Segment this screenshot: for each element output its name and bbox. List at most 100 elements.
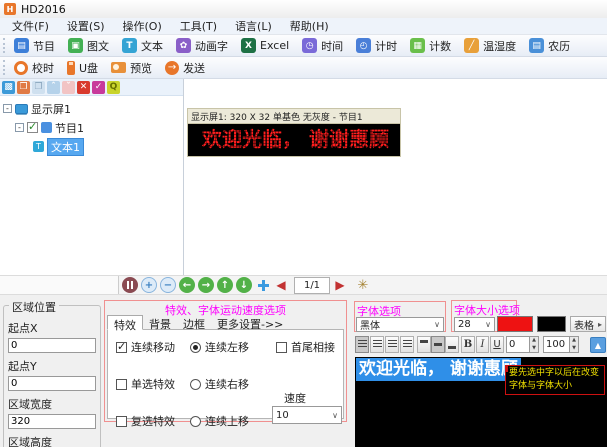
- continuous-move-checkbox[interactable]: 连续移动: [116, 339, 175, 355]
- italic-button[interactable]: I: [476, 336, 489, 353]
- preview-button[interactable]: 预览: [107, 58, 161, 78]
- align-center-button[interactable]: [370, 336, 384, 353]
- menu-file[interactable]: 文件(F): [3, 16, 58, 36]
- align-left-button[interactable]: [355, 336, 369, 353]
- move-right-button[interactable]: →: [198, 277, 214, 293]
- tree-node-text[interactable]: T 文本1: [33, 139, 84, 154]
- animated-text-icon: ✿: [176, 38, 191, 53]
- add-screen-icon[interactable]: ▩: [2, 81, 15, 94]
- pan-button[interactable]: [255, 277, 271, 293]
- usb-button[interactable]: U盘: [63, 58, 107, 78]
- move-down-button[interactable]: ↓: [236, 277, 252, 293]
- region-position-panel: 区域位置 起点X 起点Y 区域宽度 区域高度: [3, 305, 101, 447]
- left-scroll-label: 连续左移: [205, 339, 249, 355]
- toolbar-grip: [3, 38, 6, 53]
- tab-more-settings[interactable]: 更多设置->>: [211, 315, 289, 330]
- counter-grid-icon: ▦: [410, 38, 425, 53]
- usb-drive-icon: [67, 61, 75, 75]
- tab-border[interactable]: 边框: [177, 315, 211, 330]
- move-up-button[interactable]: ↑: [217, 277, 233, 293]
- led-preview-header: 显示屏1: 320 X 32 单基色 无灰度 - 节目1: [187, 108, 401, 124]
- spinner-arrows-icon[interactable]: ▲▼: [529, 337, 538, 352]
- valign-top-button[interactable]: [417, 336, 431, 353]
- start-x-input[interactable]: [8, 338, 96, 353]
- radio-icon: [190, 342, 201, 353]
- single-effect-checkbox[interactable]: 单选特效: [116, 376, 175, 392]
- region-width-input[interactable]: [8, 414, 96, 429]
- menu-tools[interactable]: 工具(T): [171, 16, 226, 36]
- counter-button[interactable]: ▦ 计数: [406, 36, 460, 56]
- animated-text-button[interactable]: ✿ 动画字: [172, 36, 237, 56]
- pause-button[interactable]: [122, 277, 138, 293]
- lunar-calendar-label: 农历: [548, 38, 570, 54]
- start-y-input[interactable]: [8, 376, 96, 391]
- menu-help[interactable]: 帮助(H): [281, 16, 338, 36]
- graphic-text-button[interactable]: ▣ 图文: [64, 36, 118, 56]
- tree-node-program[interactable]: - 节目1: [15, 120, 84, 135]
- up-scroll-radio[interactable]: 连续上移: [190, 413, 249, 429]
- collapse-icon[interactable]: -: [3, 104, 12, 113]
- move-left-button[interactable]: ←: [179, 277, 195, 293]
- copy-icon[interactable]: ❐: [32, 81, 45, 94]
- tree-toolbar: ▩ ❐ ❐ ˆ ˇ ✕ ✓ Q: [0, 79, 183, 96]
- tab-background[interactable]: 背景: [143, 315, 177, 330]
- text-button[interactable]: T 文本: [118, 36, 172, 56]
- chevron-down-icon: ∨: [485, 320, 491, 329]
- time-sync-button[interactable]: 校时: [10, 58, 63, 78]
- settings-flower-icon[interactable]: ✳: [355, 277, 371, 293]
- tree-node-screen[interactable]: - 显示屏1: [3, 101, 71, 116]
- menu-language[interactable]: 语言(L): [226, 16, 281, 36]
- excel-button[interactable]: X Excel: [237, 36, 298, 55]
- move-down-icon[interactable]: ˇ: [62, 81, 75, 94]
- speed-select[interactable]: 10 ∨: [272, 406, 342, 424]
- align-justify-button[interactable]: [400, 336, 414, 353]
- temp-humidity-button[interactable]: ╱ 温湿度: [460, 36, 525, 56]
- stopwatch-icon: ◴: [356, 38, 371, 53]
- up-scroll-label: 连续上移: [205, 413, 249, 429]
- valign-bottom-button[interactable]: [445, 336, 459, 353]
- prev-page-button[interactable]: ◀: [274, 277, 288, 293]
- head-tail-label: 首尾相接: [291, 339, 335, 355]
- time-button[interactable]: ◷ 时间: [298, 36, 352, 56]
- text-color-swatch[interactable]: [497, 316, 533, 332]
- program-label: 节目: [33, 38, 55, 54]
- single-effect-label: 单选特效: [131, 376, 175, 392]
- program-checkbox[interactable]: [27, 122, 38, 133]
- delete-icon[interactable]: ✕: [77, 81, 90, 94]
- right-scroll-radio[interactable]: 连续右移: [190, 376, 249, 392]
- collapse-icon[interactable]: -: [15, 123, 24, 132]
- font-size-select[interactable]: 28 ∨: [454, 317, 495, 332]
- search-icon[interactable]: Q: [107, 81, 120, 94]
- zoom-in-button[interactable]: +: [141, 277, 157, 293]
- send-button[interactable]: → 发送: [161, 58, 214, 78]
- head-tail-checkbox[interactable]: 首尾相接: [276, 339, 335, 355]
- move-up-icon[interactable]: ˆ: [47, 81, 60, 94]
- font-family-select[interactable]: 黑体 ∨: [356, 317, 444, 332]
- align-right-button[interactable]: [385, 336, 399, 353]
- menu-settings[interactable]: 设置(S): [58, 16, 114, 36]
- selected-editor-text[interactable]: 欢迎光临， 谢谢惠顾: [356, 358, 521, 381]
- continuous-move-label: 连续移动: [131, 339, 175, 355]
- multi-effect-checkbox[interactable]: 复选特效: [116, 413, 175, 429]
- timer-button[interactable]: ◴ 计时: [352, 36, 406, 56]
- left-scroll-radio[interactable]: 连续左移: [190, 339, 249, 355]
- program-button[interactable]: ▤ 节目: [10, 36, 64, 56]
- graphic-text-icon: ▣: [68, 38, 83, 53]
- next-page-button[interactable]: ▶: [333, 277, 347, 293]
- underline-button[interactable]: U: [490, 336, 504, 353]
- add-program-icon[interactable]: ❐: [17, 81, 30, 94]
- background-color-swatch[interactable]: [537, 316, 566, 332]
- spacing-spinner[interactable]: 0 ▲▼: [506, 336, 539, 353]
- bold-button[interactable]: B: [461, 336, 475, 353]
- tab-effects[interactable]: 特效: [107, 315, 143, 330]
- spinner-arrows-icon[interactable]: ▲▼: [569, 337, 578, 352]
- valign-middle-button[interactable]: [431, 336, 445, 353]
- image-button[interactable]: ▲: [590, 337, 606, 353]
- zoom-out-button[interactable]: −: [160, 277, 176, 293]
- lunar-calendar-button[interactable]: ▤ 农历: [525, 36, 579, 56]
- menu-operation[interactable]: 操作(O): [114, 16, 171, 36]
- speed-value: 10: [276, 410, 289, 421]
- apply-icon[interactable]: ✓: [92, 81, 105, 94]
- scale-spinner[interactable]: 100 ▲▼: [543, 336, 579, 353]
- table-button[interactable]: 表格 ▸: [570, 316, 606, 332]
